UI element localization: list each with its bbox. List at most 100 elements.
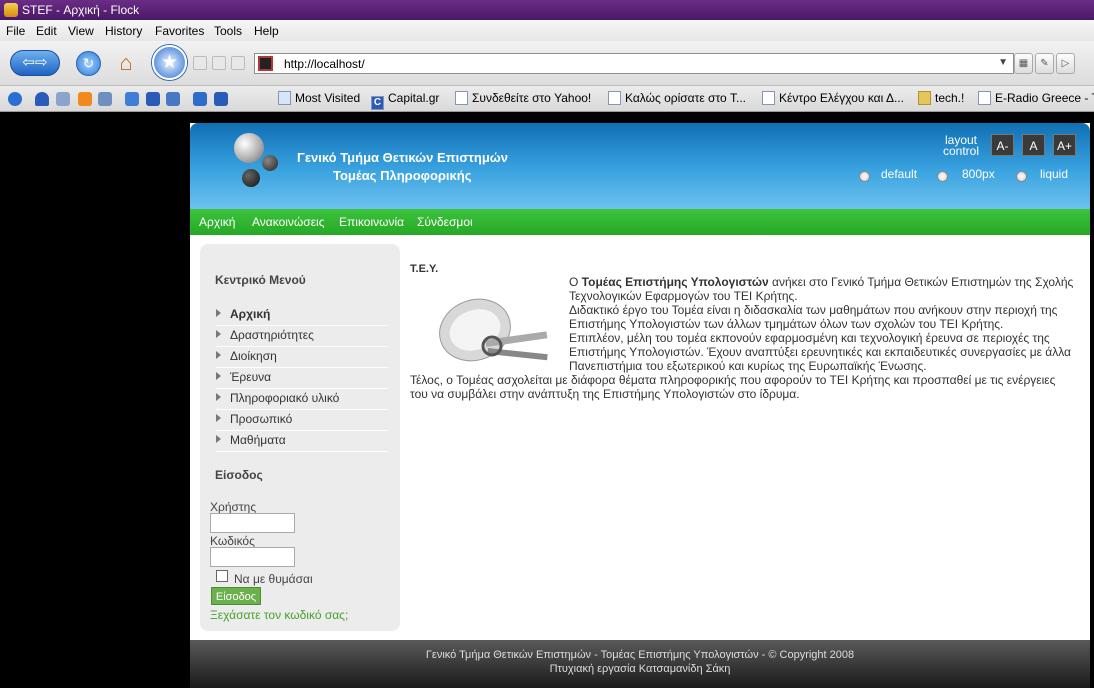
upload-icon[interactable] (146, 92, 160, 106)
sidebar-item-activities[interactable]: Δραστηριότητες (216, 326, 388, 347)
logo-sphere (242, 169, 260, 187)
navigation-toolbar: ⇦⇨ ↻ ⌂ ★ http://localhost/ ▼ ▦ ✎ ▷ (0, 41, 1094, 86)
sidebar-item-administration[interactable]: Διοίκηση (216, 347, 388, 368)
menu-help[interactable]: Help (254, 24, 279, 38)
nav-links[interactable]: Σύνδεσμοι (417, 215, 473, 229)
layout-control-label: layout control (942, 133, 980, 158)
reload-icon[interactable]: ↻ (76, 51, 101, 76)
main-menu-title: Κεντρικό Μενού (215, 273, 306, 287)
main-nav: Αρχική Ανακοινώσεις Επικοινωνία Σύνδεσμο… (190, 209, 1090, 235)
site-subtitle: Τομέας Πληροφορικής (333, 168, 472, 183)
blog-editor-icon[interactable] (193, 92, 207, 106)
people-icon[interactable] (35, 92, 49, 106)
site-footer: Γενικό Τμήμα Θετικών Επιστημών - Τομέας … (190, 640, 1090, 688)
font-increase-button[interactable]: A+ (1053, 134, 1076, 156)
arrow-right-icon (216, 372, 221, 380)
content-body: Ο Τομέας Επιστήμης Υπολογιστών ανήκει στ… (410, 275, 1075, 401)
footer-copyright: Γενικό Τμήμα Θετικών Επιστημών - Τομέας … (425, 649, 855, 661)
layout-liquid-label[interactable]: liquid (1040, 167, 1068, 181)
login-button[interactable]: Είσοδος (211, 587, 261, 605)
page-icon (762, 91, 775, 105)
website: Γενικό Τμήμα Θετικών Επιστημών Τομέας Πλ… (190, 123, 1090, 688)
remember-me-checkbox[interactable] (216, 570, 228, 582)
menu-edit[interactable]: Edit (36, 24, 57, 38)
footer-credit: Πτυχιακή εργασία Κατσαμανίδη Σάκη (549, 663, 731, 675)
page-icon (455, 91, 468, 105)
globe-icon[interactable] (8, 92, 22, 106)
bookmark-tech[interactable]: tech.! (918, 91, 964, 105)
arrow-right-icon (216, 309, 221, 317)
sidebar-item-research[interactable]: Έρευνα (216, 368, 388, 389)
address-bar[interactable]: http://localhost/ ▼ (254, 53, 1014, 74)
go-icon[interactable]: ▷ (1056, 53, 1075, 74)
logo-sphere (262, 155, 278, 171)
sidebar-item-home[interactable]: Αρχική (216, 305, 388, 326)
dropdown-arrow-icon[interactable]: ▼ (998, 57, 1008, 68)
login-title: Είσοδος (215, 468, 263, 482)
feed-icon[interactable] (212, 56, 226, 70)
nav-contact[interactable]: Επικοινωνία (339, 215, 404, 229)
menu-favorites[interactable]: Favorites (155, 24, 204, 38)
home-icon[interactable]: ⌂ (112, 50, 140, 76)
nav-announcements[interactable]: Ανακοινώσεις (252, 215, 325, 229)
bookmarks-toolbar: Most Visited C Capital.gr Συνδεθείτε στο … (0, 86, 1094, 112)
capital-icon: C (371, 96, 384, 110)
flock-app-icon (4, 3, 18, 17)
password-input[interactable] (210, 547, 295, 567)
arrow-right-icon (216, 435, 221, 443)
folder-icon (918, 91, 931, 105)
site-header: Γενικό Τμήμα Θετικών Επιστημών Τομέας Πλ… (190, 123, 1090, 209)
nav-home[interactable]: Αρχική (199, 215, 235, 229)
layout-default-label[interactable]: default (881, 167, 917, 181)
share-arrow-icon[interactable] (214, 92, 228, 106)
back-forward-button[interactable]: ⇦⇨ (10, 50, 60, 76)
menu-history[interactable]: History (105, 24, 142, 38)
address-url[interactable]: http://localhost/ (284, 57, 365, 71)
bookmark-capital[interactable]: C Capital.gr (371, 91, 439, 110)
menu-tools[interactable]: Tools (214, 24, 242, 38)
page-icon (608, 91, 621, 105)
username-label: Χρήστης (210, 500, 257, 514)
menu-bar: File Edit View History Favorites Tools H… (0, 20, 1094, 41)
sidebar-item-staff[interactable]: Προσωπικό (216, 410, 388, 431)
layout-800px-label[interactable]: 800px (962, 167, 995, 181)
window-title: STEF - Αρχική - Flock (22, 3, 140, 17)
favorites-star-icon[interactable]: ★ (152, 45, 187, 80)
blog-icon[interactable]: ✎ (1035, 53, 1054, 74)
mail-icon[interactable] (98, 92, 112, 106)
webclip-icon[interactable] (166, 92, 180, 106)
forgot-password-link[interactable]: Ξεχάσατε τον κωδικό σας; (210, 608, 348, 622)
menu-file[interactable]: File (6, 24, 25, 38)
bookmark-most-visited[interactable]: Most Visited (278, 91, 360, 105)
content-title: Τ.Ε.Υ. (410, 263, 439, 275)
activities-paragraph: Τέλος, ο Τομέας ασχολείται με διάφορα θέ… (410, 373, 1056, 401)
remember-me-label: Να με θυμάσαι (234, 572, 313, 586)
folder-icon (278, 91, 291, 105)
menu-view[interactable]: View (68, 24, 94, 38)
logo-sphere (234, 133, 264, 163)
rss-icon[interactable] (78, 92, 92, 106)
site-logo (220, 129, 298, 205)
site-favicon (258, 56, 273, 71)
arrow-right-icon (216, 393, 221, 401)
site-title: Γενικό Τμήμα Θετικών Επιστημών (297, 150, 508, 165)
font-decrease-button[interactable]: A- (991, 134, 1014, 156)
bookmark-welcome[interactable]: Καλώς ορίσατε στο T... (608, 91, 746, 105)
camera-icon[interactable] (56, 92, 70, 106)
username-input[interactable] (210, 513, 295, 533)
bookmark-eradio[interactable]: E-Radio Greece - T (978, 91, 1094, 105)
clip-icon[interactable] (193, 56, 207, 70)
layout-800px-radio[interactable] (937, 171, 948, 182)
sidebar-item-info-material[interactable]: Πληροφοριακό υλικό (216, 389, 388, 410)
font-reset-button[interactable]: A (1022, 134, 1045, 156)
spark-icon[interactable] (125, 92, 139, 106)
bookmark-control-center[interactable]: Κέντρο Ελέγχου και Δ... (762, 91, 904, 105)
layout-liquid-radio[interactable] (1016, 171, 1027, 182)
page-tools-icon[interactable]: ▦ (1014, 53, 1033, 74)
search-icon[interactable] (231, 56, 245, 70)
arrow-right-icon (216, 351, 221, 359)
layout-default-radio[interactable] (859, 171, 870, 182)
sidebar-item-courses[interactable]: Μαθήματα (216, 431, 388, 452)
bookmark-yahoo[interactable]: Συνδεθείτε στο Yahoo! (455, 91, 591, 105)
window-titlebar: STEF - Αρχική - Flock (0, 0, 1094, 20)
